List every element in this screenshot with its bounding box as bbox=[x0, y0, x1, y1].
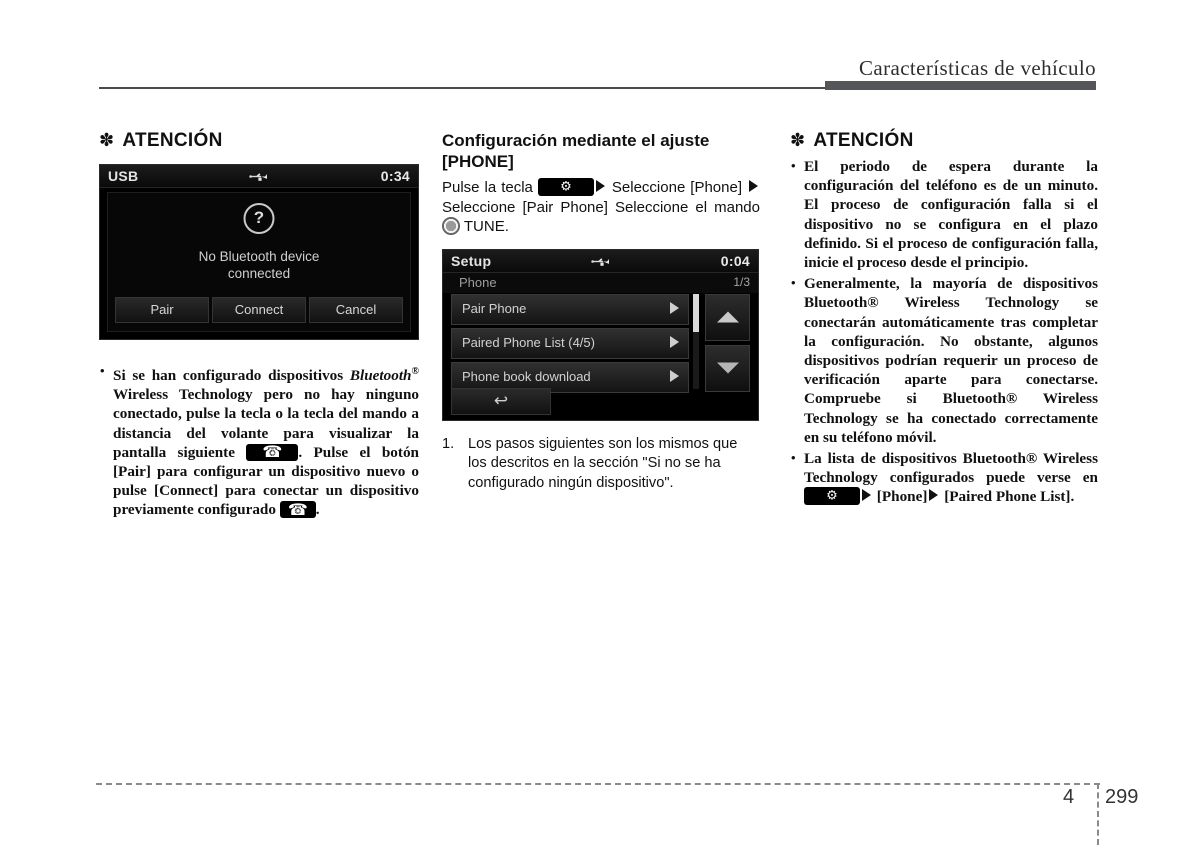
setup-instruction: Pulse la tecla ⚙ Seleccione [Phone] Sele… bbox=[442, 178, 760, 237]
registered-mark: ® bbox=[411, 366, 419, 377]
attention-label: ATENCIÓN bbox=[122, 130, 223, 151]
phone-key-icon: ☎ bbox=[279, 501, 316, 519]
instruction-seg1: Pulse la tecla bbox=[442, 179, 538, 196]
attention-heading-right: ✽ ATENCIÓN bbox=[790, 130, 1098, 152]
play-triangle-icon bbox=[595, 180, 605, 192]
chapter-number: 4 bbox=[1063, 786, 1075, 808]
scrollbar-thumb[interactable] bbox=[693, 293, 699, 332]
asterisk-icon: ✽ bbox=[790, 130, 806, 151]
setup-phone-menu: Setup 0:04 Phone 1/3 Pair Phone Paired P… bbox=[442, 248, 759, 421]
page-number: 299 bbox=[1105, 786, 1139, 808]
footer-divider bbox=[96, 783, 1100, 785]
pair-button[interactable]: Pair bbox=[115, 297, 209, 323]
scroll-down-button[interactable] bbox=[705, 344, 750, 392]
tune-knob-icon bbox=[442, 217, 460, 235]
step-number: 1. bbox=[442, 435, 455, 452]
chevron-right-icon bbox=[670, 301, 679, 314]
cancel-button[interactable]: Cancel bbox=[309, 297, 403, 323]
chevron-right-icon bbox=[670, 369, 679, 382]
menu-item-pair-phone[interactable]: Pair Phone bbox=[451, 293, 689, 325]
setup-key-icon: ⚙ bbox=[804, 487, 860, 506]
triangle-up-icon bbox=[716, 311, 739, 323]
status-clock: 0:04 bbox=[720, 252, 750, 269]
right-column: ✽ ATENCIÓN El periodo de espera durante … bbox=[790, 130, 1098, 509]
left-column: ✽ ATENCIÓN USB 0:34 ? No Bluetooth devic… bbox=[99, 130, 419, 522]
play-triangle-icon bbox=[929, 489, 939, 502]
header-rule-thin bbox=[99, 87, 825, 89]
attention-heading-left: ✽ ATENCIÓN bbox=[99, 130, 419, 152]
attention-label: ATENCIÓN bbox=[813, 130, 914, 151]
list-item: Generalmente, la mayoría de dispositivos… bbox=[790, 273, 1098, 447]
asterisk-icon: ✽ bbox=[99, 130, 115, 151]
connect-button[interactable]: Connect bbox=[212, 297, 306, 323]
setup-page-indicator: 1/3 bbox=[733, 274, 750, 289]
page-title: Características de vehículo bbox=[858, 56, 1096, 80]
menu-item-paired-phone-list[interactable]: Paired Phone List (4/5) bbox=[451, 327, 689, 359]
question-mark-icon: ? bbox=[243, 203, 275, 234]
setup-subheader: Phone 1/3 bbox=[443, 272, 758, 293]
back-arrow-icon: ↩ bbox=[493, 391, 509, 411]
chevron-right-icon bbox=[670, 335, 679, 348]
section-heading: Configuración mediante el ajuste [PHONE] bbox=[442, 130, 760, 172]
bullet-text-part4: . bbox=[315, 501, 320, 519]
list-item: Si se han configurado dispositivos Bluet… bbox=[99, 361, 419, 520]
lcd-status-bar: Setup 0:04 bbox=[443, 249, 758, 273]
usb-icon bbox=[590, 257, 609, 266]
bullet-text-seg3: [Paired Phone List]. bbox=[940, 488, 1075, 506]
dialog-message-line2: connected bbox=[227, 266, 291, 281]
bullet-text: Generalmente, la mayoría de dispositivos… bbox=[804, 275, 1098, 446]
right-bullet-list: El periodo de espera durante la configur… bbox=[790, 156, 1098, 507]
play-triangle-icon bbox=[749, 180, 759, 192]
status-source-label: USB bbox=[108, 168, 139, 184]
bullet-text-part1: Si se han configurado dispositivos bbox=[113, 367, 350, 385]
footer-vertical-divider bbox=[1097, 783, 1099, 845]
instruction-seg2: Seleccione [Phone] bbox=[606, 179, 748, 196]
dialog-button-row: Pair Connect Cancel bbox=[115, 297, 403, 323]
middle-column: Configuración mediante el ajuste [PHONE]… bbox=[442, 130, 760, 493]
dialog-message: No Bluetooth device connected bbox=[108, 248, 410, 282]
scrollbar[interactable] bbox=[693, 293, 699, 389]
numbered-steps: 1. Los pasos siguientes son los mismos q… bbox=[442, 435, 760, 494]
bullet-text-seg2: [Phone] bbox=[873, 488, 928, 506]
bluetooth-not-connected-dialog: USB 0:34 ? No Bluetooth device connected… bbox=[99, 164, 419, 340]
back-button[interactable]: ↩ bbox=[451, 387, 551, 415]
left-bullet-list: Si se han configurado dispositivos Bluet… bbox=[99, 361, 419, 520]
status-source-label: Setup bbox=[451, 252, 492, 269]
list-item: 1. Los pasos siguientes son los mismos q… bbox=[442, 435, 760, 494]
scroll-button-group bbox=[705, 293, 750, 396]
instruction-seg4: TUNE. bbox=[460, 218, 509, 235]
step-text: Los pasos siguientes son los mismos que … bbox=[468, 435, 738, 491]
page-header: Características de vehículo bbox=[0, 0, 1200, 100]
play-triangle-icon bbox=[862, 489, 871, 502]
list-item: La lista de dispositivos Bluetooth® Wire… bbox=[790, 448, 1098, 507]
section-heading-line1: Configuración mediante el ajuste bbox=[442, 131, 710, 150]
phone-key-icon: ☎ bbox=[246, 443, 299, 461]
menu-item-label: Phone book download bbox=[462, 368, 591, 384]
usb-icon bbox=[249, 173, 267, 181]
menu-item-label: Pair Phone bbox=[462, 300, 527, 316]
bluetooth-trademark-italic: Bluetooth bbox=[349, 367, 412, 385]
dialog-message-line1: No Bluetooth device bbox=[198, 249, 320, 264]
dialog-body: ? No Bluetooth device connected Pair Con… bbox=[107, 192, 411, 332]
menu-item-label: Paired Phone List (4/5) bbox=[462, 334, 595, 350]
lcd-status-bar: USB 0:34 bbox=[100, 165, 418, 188]
setup-menu-list: Pair Phone Paired Phone List (4/5) Phone… bbox=[451, 293, 689, 396]
bullet-text-seg1: La lista de dispositivos Bluetooth® Wire… bbox=[804, 450, 1098, 487]
bullet-text: El periodo de espera durante la configur… bbox=[804, 158, 1098, 272]
setup-key-icon: ⚙ bbox=[537, 178, 594, 196]
section-heading-line2: [PHONE] bbox=[442, 152, 514, 171]
status-clock: 0:34 bbox=[380, 168, 410, 184]
triangle-down-icon bbox=[716, 362, 739, 374]
header-rule-thick bbox=[825, 81, 1096, 90]
setup-category-label: Phone bbox=[459, 274, 497, 290]
instruction-seg3: Seleccione [Pair Phone] Seleccione el ma… bbox=[442, 198, 760, 216]
scroll-up-button[interactable] bbox=[705, 293, 750, 341]
list-item: El periodo de espera durante la configur… bbox=[790, 156, 1098, 272]
